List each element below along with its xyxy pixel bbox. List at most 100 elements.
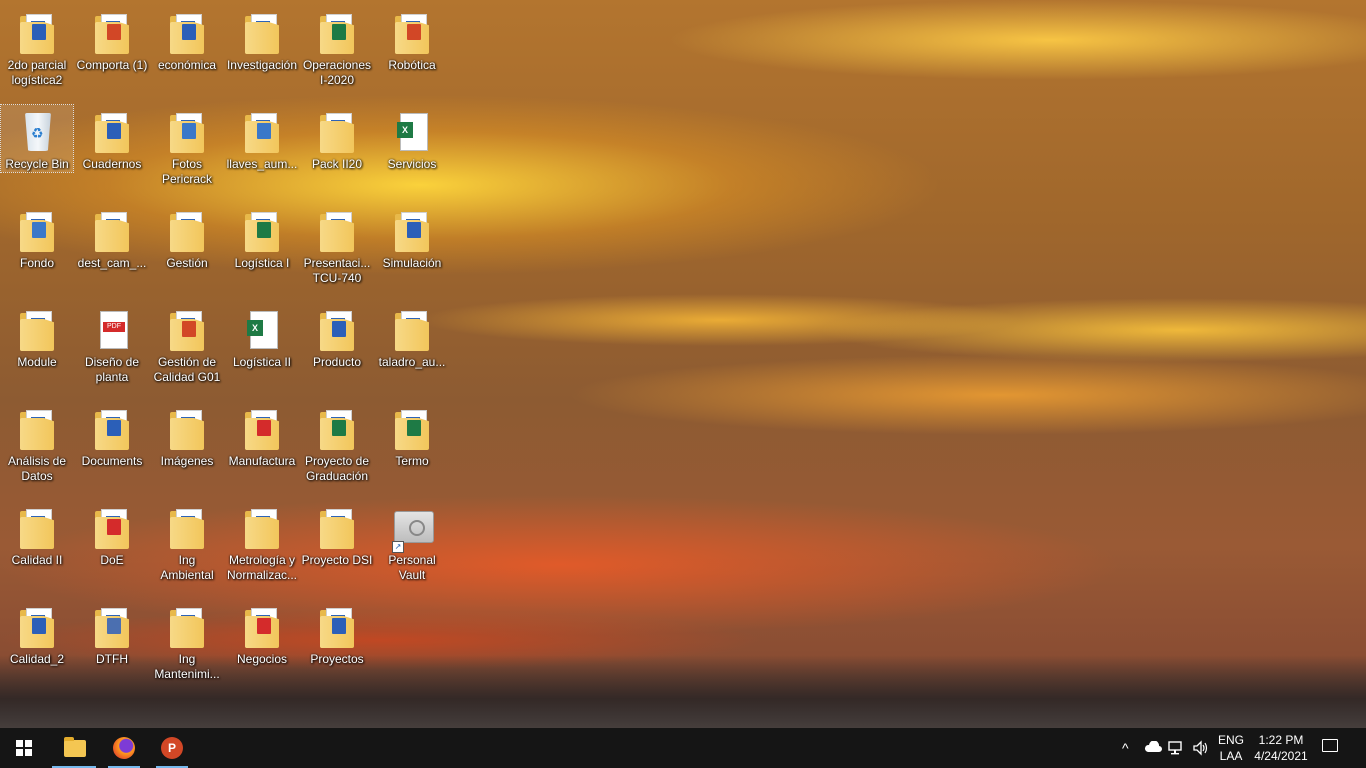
excel-file-icon: X bbox=[392, 111, 432, 155]
desktop-icon[interactable]: Pack II20 bbox=[301, 105, 373, 172]
desktop-icon-label: Proyectos bbox=[310, 652, 364, 666]
folder-icon bbox=[167, 210, 207, 254]
desktop-icon[interactable]: ↗ Personal Vault bbox=[376, 501, 448, 583]
folder-icon bbox=[317, 309, 357, 353]
folder-icon bbox=[242, 12, 282, 56]
desktop-icon[interactable]: Cuadernos bbox=[76, 105, 148, 172]
desktop-icon[interactable]: DoE bbox=[76, 501, 148, 568]
folder-icon bbox=[317, 210, 357, 254]
firefox-icon bbox=[113, 737, 135, 759]
desktop-icon[interactable]: X Logística II bbox=[226, 303, 298, 370]
desktop-icon[interactable]: Producto bbox=[301, 303, 373, 370]
folder-icon bbox=[392, 210, 432, 254]
desktop-icon[interactable]: Fondo bbox=[1, 204, 73, 271]
desktop-icon[interactable]: Ing Mantenimi... bbox=[151, 600, 223, 682]
desktop-icon[interactable]: Presentaci... TCU-740 bbox=[301, 204, 373, 286]
desktop-icon-label: taladro_au... bbox=[378, 355, 446, 369]
desktop-icon[interactable]: Proyecto de Graduación bbox=[301, 402, 373, 484]
folder-icon bbox=[17, 210, 57, 254]
desktop-icon[interactable]: Negocios bbox=[226, 600, 298, 667]
folder-icon bbox=[92, 408, 132, 452]
desktop-icon-label: Gestión de Calidad G01 bbox=[153, 355, 221, 384]
desktop-icon[interactable]: Imágenes bbox=[151, 402, 223, 469]
desktop-icon[interactable]: Proyectos bbox=[301, 600, 373, 667]
desktop-icon-label: DTFH bbox=[96, 652, 128, 666]
desktop-icon-label: Ing Ambiental bbox=[160, 553, 214, 582]
show-hidden-icons-chevron-icon[interactable]: ^ bbox=[1122, 740, 1129, 756]
start-button[interactable] bbox=[0, 728, 48, 768]
desktop-icon-label: Fondo bbox=[19, 256, 55, 270]
desktop-icon[interactable]: Manufactura bbox=[226, 402, 298, 469]
desktop-icon[interactable]: Module bbox=[1, 303, 73, 370]
folder-icon bbox=[392, 309, 432, 353]
folder-icon bbox=[317, 111, 357, 155]
desktop-icon-label: Pack II20 bbox=[311, 157, 363, 171]
pdf-file-icon: PDF bbox=[92, 309, 132, 353]
desktop-icon[interactable]: Gestión de Calidad G01 bbox=[151, 303, 223, 385]
desktop-icon[interactable]: dest_cam_... bbox=[76, 204, 148, 271]
folder-icon bbox=[17, 408, 57, 452]
desktop-icon[interactable]: económica bbox=[151, 6, 223, 73]
desktop-icon-label: Cuadernos bbox=[82, 157, 142, 171]
desktop-icon-label: DoE bbox=[100, 553, 124, 567]
desktop-icon-label: Logística I bbox=[234, 256, 290, 270]
desktop-icon[interactable]: Ing Ambiental bbox=[151, 501, 223, 583]
folder-icon bbox=[167, 309, 207, 353]
desktop-icon-label: Personal Vault bbox=[388, 553, 436, 582]
desktop-icon[interactable]: Robótica bbox=[376, 6, 448, 73]
desktop-icon[interactable]: Metrología y Normalizac... bbox=[226, 501, 298, 583]
desktop-icon[interactable]: Investigación bbox=[226, 6, 298, 73]
desktop-icon-label: Imágenes bbox=[160, 454, 214, 468]
desktop-icon[interactable]: Termo bbox=[376, 402, 448, 469]
desktop-icon[interactable]: ♻ Recycle Bin bbox=[0, 104, 74, 173]
desktop-icon[interactable]: Análisis de Datos bbox=[1, 402, 73, 484]
folder-icon bbox=[92, 210, 132, 254]
taskbar: P ^ ENG LAA 1:22 PM 4/24/2021 bbox=[0, 728, 1366, 768]
desktop-icon[interactable]: Proyecto DSI bbox=[301, 501, 373, 568]
desktop-icon[interactable]: 2do parcial logística2 bbox=[1, 6, 73, 88]
personal-vault-icon: ↗ bbox=[392, 507, 434, 553]
network-icon[interactable] bbox=[1168, 740, 1186, 759]
desktop-icon-label: Producto bbox=[312, 355, 362, 369]
taskbar-powerpoint-button[interactable]: P bbox=[148, 728, 196, 768]
input-language-indicator[interactable]: ENG LAA bbox=[1214, 732, 1248, 764]
desktop-icon[interactable]: X Servicios bbox=[376, 105, 448, 172]
desktop-icon[interactable]: Gestión bbox=[151, 204, 223, 271]
system-clock[interactable]: 1:22 PM 4/24/2021 bbox=[1252, 732, 1310, 764]
desktop-icon[interactable]: DTFH bbox=[76, 600, 148, 667]
desktop-icon[interactable]: Operaciones I-2020 bbox=[301, 6, 373, 88]
desktop-icon-label: Investigación bbox=[226, 58, 298, 72]
desktop-icon[interactable]: Comporta (1) bbox=[76, 6, 148, 73]
desktop-icon[interactable]: llaves_aum... bbox=[226, 105, 298, 172]
desktop-icon[interactable]: taladro_au... bbox=[376, 303, 448, 370]
desktop-icon[interactable]: Calidad_2 bbox=[1, 600, 73, 667]
desktop-icon[interactable]: Logística I bbox=[226, 204, 298, 271]
onedrive-cloud-icon[interactable] bbox=[1144, 740, 1162, 756]
taskbar-file-explorer-button[interactable] bbox=[50, 728, 98, 768]
desktop-icon[interactable]: Calidad II bbox=[1, 501, 73, 568]
folder-icon bbox=[242, 507, 282, 551]
action-center-notification-icon[interactable] bbox=[1320, 738, 1340, 756]
desktop-icon[interactable]: Documents bbox=[76, 402, 148, 469]
desktop-icon[interactable]: PDF Diseño de planta bbox=[76, 303, 148, 385]
powerpoint-icon: P bbox=[161, 737, 183, 759]
desktop-icon-label: Module bbox=[17, 355, 57, 369]
folder-icon bbox=[242, 606, 282, 650]
excel-file-icon: X bbox=[242, 309, 282, 353]
desktop-icon[interactable]: Simulación bbox=[376, 204, 448, 271]
clock-time: 1:22 PM bbox=[1258, 733, 1304, 747]
desktop-icon[interactable]: Fotos Pericrack bbox=[151, 105, 223, 187]
desktop-icon-label: Diseño de planta bbox=[84, 355, 140, 384]
folder-icon bbox=[392, 12, 432, 56]
folder-icon bbox=[317, 606, 357, 650]
taskbar-firefox-button[interactable] bbox=[100, 728, 148, 768]
volume-icon[interactable] bbox=[1192, 740, 1210, 759]
clock-date: 4/24/2021 bbox=[1254, 749, 1308, 763]
folder-icon bbox=[17, 12, 57, 56]
folder-icon bbox=[242, 408, 282, 452]
folder-icon bbox=[17, 606, 57, 650]
folder-icon bbox=[92, 606, 132, 650]
language-code: ENG bbox=[1217, 733, 1244, 747]
desktop-icon-label: económica bbox=[157, 58, 217, 72]
folder-icon bbox=[167, 12, 207, 56]
